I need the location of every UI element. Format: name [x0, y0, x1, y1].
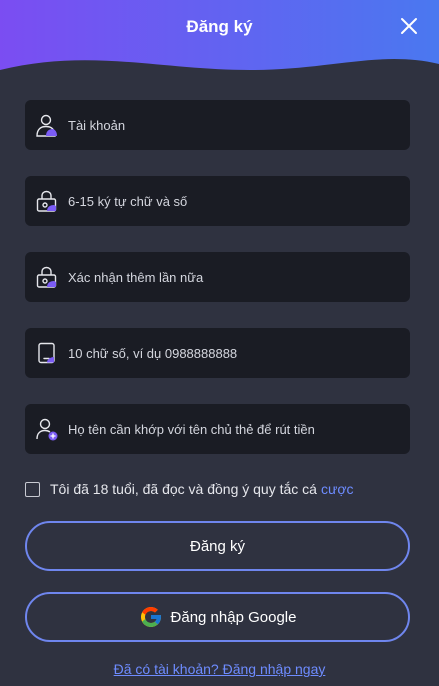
register-button[interactable]: Đăng ký	[25, 521, 410, 571]
password-field[interactable]: 6-15 ký tự chữ và số	[25, 176, 410, 226]
user-icon	[34, 112, 60, 138]
fullname-field[interactable]: Họ tên cần khớp với tên chủ thẻ để rút t…	[25, 404, 410, 454]
username-placeholder: Tài khoản	[68, 117, 126, 133]
close-button[interactable]	[397, 14, 421, 38]
lock-icon	[34, 188, 60, 214]
phone-field[interactable]: 10 chữ số, ví dụ 0988888888	[25, 328, 410, 378]
user-add-icon	[34, 416, 60, 442]
agreement-text: Tôi đã 18 tuổi, đã đọc và đồng ý quy tắc…	[50, 481, 317, 497]
password-placeholder: 6-15 ký tự chữ và số	[68, 193, 188, 209]
close-icon	[401, 18, 417, 34]
login-link[interactable]: Đã có tài khoản? Đăng nhập ngay	[0, 661, 439, 677]
confirm-password-field[interactable]: Xác nhận thêm lần nữa	[25, 252, 410, 302]
lock-icon	[34, 264, 60, 290]
confirm-password-placeholder: Xác nhận thêm lần nữa	[68, 269, 204, 285]
phone-icon	[34, 340, 60, 366]
page-title: Đăng ký	[186, 17, 253, 36]
fullname-placeholder: Họ tên cần khớp với tên chủ thẻ để rút t…	[68, 421, 315, 437]
register-button-label: Đăng ký	[189, 537, 246, 555]
google-icon	[140, 607, 161, 627]
header: Đăng ký	[0, 0, 439, 90]
phone-placeholder: 10 chữ số, ví dụ 0988888888	[68, 345, 238, 361]
agreement-checkbox[interactable]	[25, 481, 40, 497]
google-button-label: Đăng nhập Google	[170, 608, 297, 626]
username-field[interactable]: Tài khoản	[25, 100, 410, 150]
agreement-row: Tôi đã 18 tuổi, đã đọc và đồng ý quy tắc…	[25, 478, 354, 500]
google-login-button[interactable]: Đăng nhập Google	[25, 592, 410, 642]
rules-link[interactable]: cược	[321, 481, 354, 497]
